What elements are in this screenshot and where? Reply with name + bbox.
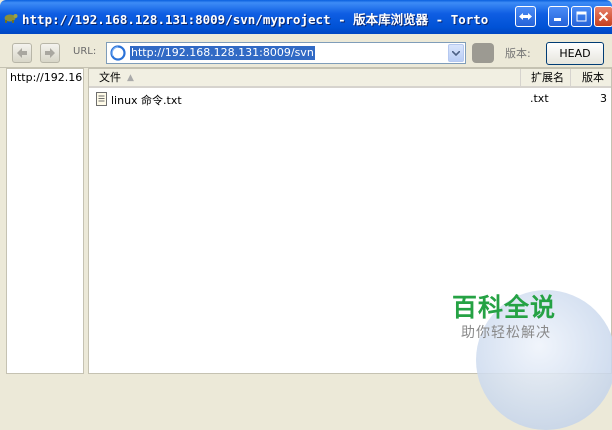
minimize-icon xyxy=(554,18,561,21)
maximize-icon xyxy=(576,11,587,22)
sort-ascending-icon: ▲ xyxy=(127,73,134,83)
column-header-file[interactable]: 文件 ▲ xyxy=(89,69,521,88)
url-globe-icon xyxy=(110,45,126,61)
file-list-header: 文件 ▲ 扩展名 版本 xyxy=(89,69,611,88)
file-name: linux 命令.txt xyxy=(111,94,182,107)
chevron-down-icon xyxy=(452,50,460,56)
close-button[interactable] xyxy=(594,6,612,27)
arrow-left-icon xyxy=(17,48,27,58)
column-header-revision[interactable]: 版本 xyxy=(571,69,611,88)
go-button[interactable] xyxy=(472,43,494,63)
text-file-icon xyxy=(96,92,107,106)
toolbar: URL: http://192.168.128.131:8009/svn 版本:… xyxy=(0,34,612,68)
window-title: http://192.168.128.131:8009/svn/myprojec… xyxy=(22,12,489,27)
watermark-subtitle: 助你轻松解决 xyxy=(461,325,551,341)
column-header-extension-label: 扩展名 xyxy=(531,71,564,84)
file-revision: 3 xyxy=(600,92,607,105)
repository-tree[interactable]: http://192.168 xyxy=(6,68,84,374)
watermark-title: 百科全说 xyxy=(452,293,557,322)
url-dropdown-button[interactable] xyxy=(448,44,464,62)
tortoise-icon xyxy=(4,14,18,23)
column-header-file-label: 文件 xyxy=(99,71,121,84)
title-bar: http://192.168.128.131:8009/svn/myprojec… xyxy=(0,0,612,34)
column-header-revision-label: 版本 xyxy=(582,71,604,84)
url-input[interactable]: http://192.168.128.131:8009/svn xyxy=(130,46,315,60)
back-button[interactable] xyxy=(12,43,32,63)
table-row[interactable]: linux 命令.txt .txt 3 xyxy=(89,91,611,107)
arrow-right-icon xyxy=(45,48,55,58)
maximize-button[interactable] xyxy=(571,6,592,27)
tree-item-root[interactable]: http://192.168 xyxy=(10,71,83,84)
minimize-button[interactable] xyxy=(548,6,569,27)
revision-label: 版本: xyxy=(505,47,531,60)
restore-icon xyxy=(519,13,532,20)
forward-button[interactable] xyxy=(40,43,60,63)
restore-button[interactable] xyxy=(515,6,536,27)
close-icon xyxy=(598,11,609,22)
column-header-extension[interactable]: 扩展名 xyxy=(521,69,571,88)
file-extension: .txt xyxy=(530,92,549,105)
head-revision-button[interactable]: HEAD xyxy=(546,42,604,65)
url-combobox[interactable]: http://192.168.128.131:8009/svn xyxy=(106,42,466,64)
url-label: URL: xyxy=(73,46,97,57)
